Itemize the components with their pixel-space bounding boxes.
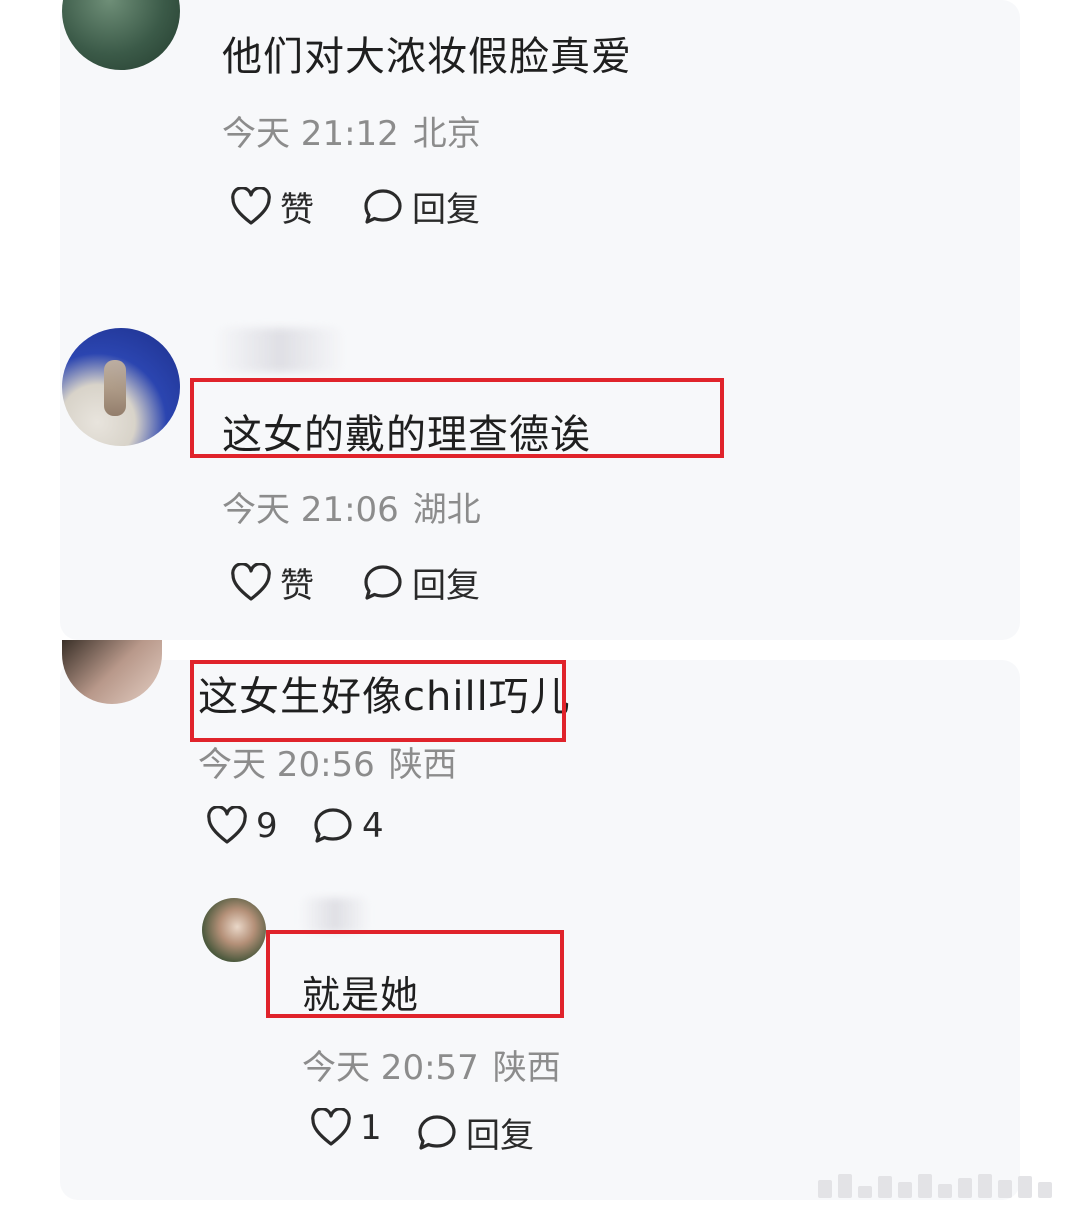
blurred-username <box>300 898 370 932</box>
like-label: 赞 <box>280 566 314 606</box>
comment-card-top <box>60 0 1020 640</box>
comment-bubble-icon <box>418 1114 456 1150</box>
comment-bubble-icon <box>364 564 402 600</box>
comment-bubble-icon <box>314 808 352 843</box>
like-button[interactable]: 9 <box>206 806 278 846</box>
comment-meta: 今天 20:56 陕西 <box>198 737 457 786</box>
heart-icon <box>231 186 271 225</box>
like-button[interactable]: 赞 <box>230 182 314 231</box>
comment-location: 陕西 <box>388 745 457 785</box>
reply-count: 4 <box>362 806 384 846</box>
reply-button[interactable]: 4 <box>312 806 384 846</box>
like-count: 1 <box>360 1108 382 1148</box>
comment-meta: 今天 21:06 湖北 <box>222 482 481 531</box>
avatar[interactable] <box>202 898 266 962</box>
like-button[interactable]: 1 <box>310 1108 382 1148</box>
reply-label: 回复 <box>412 190 480 230</box>
comment-location: 湖北 <box>412 490 481 530</box>
comment-time: 今天 21:12 <box>222 114 399 154</box>
like-count: 9 <box>256 806 278 846</box>
reply-button[interactable]: 回复 <box>362 558 480 607</box>
blurred-username <box>215 328 345 372</box>
comment-meta: 今天 21:12 北京 <box>222 106 481 155</box>
heart-icon <box>207 806 247 844</box>
highlight-box <box>190 378 724 458</box>
reply-location: 陕西 <box>492 1048 561 1088</box>
highlight-box <box>190 660 566 742</box>
avatar[interactable] <box>62 328 180 446</box>
reply-label: 回复 <box>466 1116 534 1156</box>
highlight-box <box>266 930 564 1018</box>
comment-time: 今天 21:06 <box>222 490 399 530</box>
reply-time: 今天 20:57 <box>302 1048 479 1088</box>
heart-icon <box>231 562 271 601</box>
heart-icon <box>311 1108 351 1146</box>
comment-text: 他们对大浓妆假脸真爱 <box>222 34 632 80</box>
reply-button[interactable]: 回复 <box>362 182 480 231</box>
watermark <box>818 1172 1068 1198</box>
like-button[interactable]: 赞 <box>230 558 314 607</box>
reply-meta: 今天 20:57 陕西 <box>302 1040 561 1089</box>
comment-time: 今天 20:56 <box>198 745 375 785</box>
like-label: 赞 <box>280 190 314 230</box>
comment-location: 北京 <box>412 114 481 154</box>
comment-bubble-icon <box>364 188 402 224</box>
reply-label: 回复 <box>412 566 480 606</box>
reply-button[interactable]: 回复 <box>416 1108 534 1157</box>
